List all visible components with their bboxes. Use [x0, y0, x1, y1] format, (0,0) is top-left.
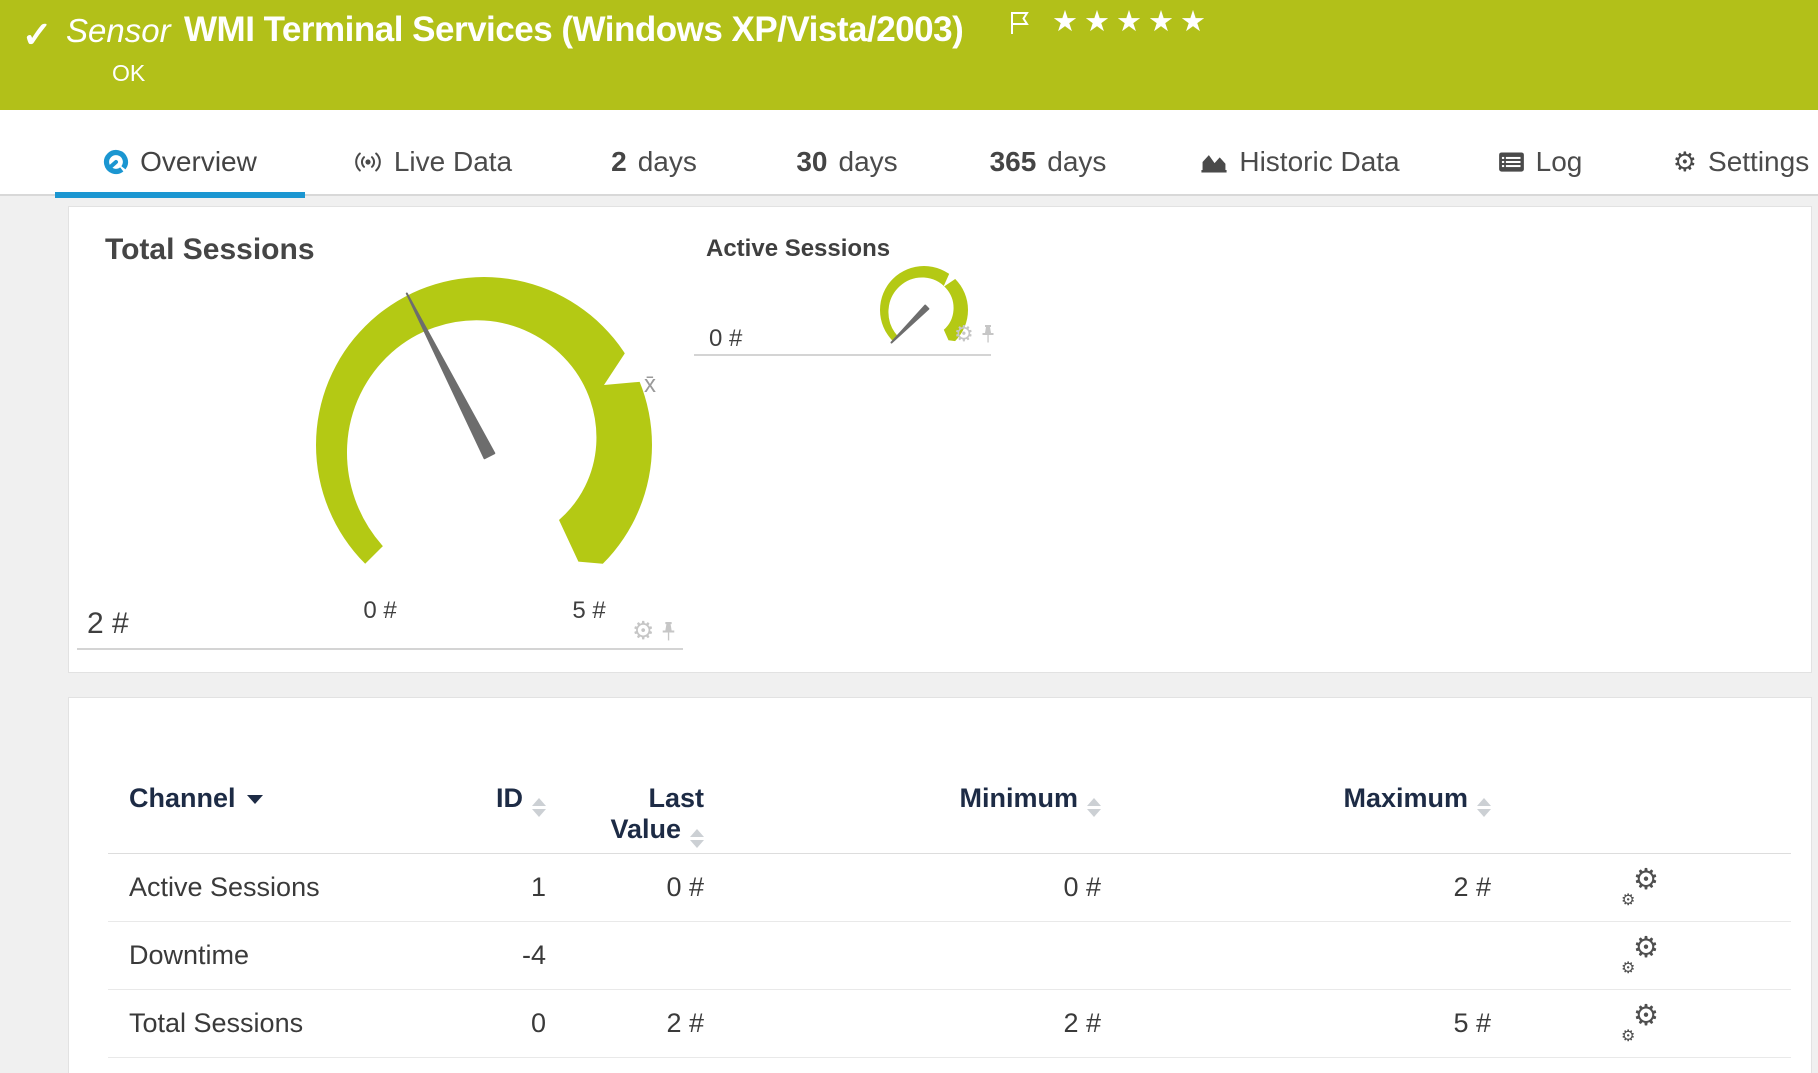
tab-day-number: 30 — [796, 146, 827, 178]
gauge-toolbar: ⚙ — [632, 619, 676, 644]
pin-icon[interactable] — [981, 324, 995, 344]
table-header-row: Channel ID Last Value Minimum Maximum — [108, 698, 1791, 854]
tab-live-data[interactable]: Live Data — [345, 110, 520, 196]
tab-label: Live Data — [394, 146, 512, 178]
gear-icon[interactable]: ⚙ — [954, 323, 974, 345]
channel-settings-gears-icon[interactable]: ⚙⚙ — [1623, 1006, 1659, 1042]
sensor-header: ✓ Sensor WMI Terminal Services (Windows … — [0, 0, 1818, 110]
area-chart-icon — [1200, 150, 1228, 174]
gear-icon[interactable]: ⚙ — [632, 619, 654, 644]
tab-label: days — [638, 146, 697, 178]
channel-id: 1 — [358, 872, 546, 903]
column-header-maximum[interactable]: Maximum — [1101, 698, 1491, 817]
tab-day-number: 365 — [990, 146, 1037, 178]
tab-bar: Overview Live Data 2 days 30 days 365 da… — [0, 110, 1818, 196]
table-row[interactable]: Active Sessions 1 0 # 0 # 2 # ⚙⚙ — [108, 854, 1791, 922]
tab-2-days[interactable]: 2 days — [598, 110, 710, 196]
priority-stars[interactable]: ★★★★★ — [1052, 4, 1212, 39]
tab-label: Overview — [140, 146, 257, 178]
table-row[interactable]: Downtime -4 ⚙⚙ — [108, 922, 1791, 990]
tab-day-number: 2 — [611, 146, 627, 178]
sort-icon — [532, 798, 546, 817]
pin-icon[interactable] — [661, 621, 676, 642]
channel-last-value: 0 # — [546, 872, 704, 903]
channel-minimum: 0 # — [704, 872, 1101, 903]
tab-30-days[interactable]: 30 days — [788, 110, 906, 196]
tab-label: Log — [1536, 146, 1583, 178]
tab-settings[interactable]: ⚙ Settings — [1670, 110, 1812, 196]
channel-settings-gears-icon[interactable]: ⚙⚙ — [1623, 870, 1659, 906]
column-header-minimum[interactable]: Minimum — [704, 698, 1101, 817]
gauge-divider — [694, 354, 991, 356]
table-row[interactable]: Total Sessions 0 2 # 2 # 5 # ⚙⚙ — [108, 990, 1791, 1058]
tab-label: days — [839, 146, 898, 178]
tab-label: days — [1047, 146, 1106, 178]
total-sessions-gauge — [304, 269, 664, 609]
sort-icon — [1477, 798, 1491, 817]
channel-maximum: 5 # — [1101, 1008, 1491, 1039]
column-header-last-value[interactable]: Last Value — [546, 698, 704, 848]
tab-label: Historic Data — [1239, 146, 1399, 178]
tab-365-days[interactable]: 365 days — [983, 110, 1113, 196]
chevron-down-icon — [247, 795, 263, 804]
channel-name[interactable]: Total Sessions — [108, 1008, 358, 1039]
sensor-status-text: OK — [112, 60, 145, 87]
total-sessions-gauge-title: Total Sessions — [105, 233, 315, 267]
active-sessions-current-value: 0 # — [709, 325, 742, 353]
column-header-id[interactable]: ID — [358, 698, 546, 817]
channel-name[interactable]: Downtime — [108, 940, 358, 971]
sensor-title: WMI Terminal Services (Windows XP/Vista/… — [184, 10, 963, 50]
channel-maximum: 2 # — [1101, 872, 1491, 903]
channel-id: 0 — [358, 1008, 546, 1039]
object-kind-label: Sensor — [66, 12, 171, 50]
broadcast-icon — [353, 150, 383, 174]
active-tab-underline — [55, 192, 305, 198]
status-ok-check-icon: ✓ — [22, 14, 52, 56]
log-icon — [1498, 151, 1525, 173]
flag-icon[interactable] — [1008, 10, 1032, 36]
channel-id: -4 — [358, 940, 546, 971]
active-sessions-gauge-title: Active Sessions — [706, 235, 890, 263]
channel-last-value: 2 # — [546, 1008, 704, 1039]
gauge-divider — [77, 648, 683, 650]
gauges-panel: Total Sessions x̄ 0 # 5 # 2 # ⚙ Active S… — [68, 206, 1812, 673]
gauge-toolbar: ⚙ — [954, 323, 995, 345]
channel-table: Channel ID Last Value Minimum Maximum Ac… — [108, 698, 1791, 1058]
channel-settings-gears-icon[interactable]: ⚙⚙ — [1623, 938, 1659, 974]
gear-icon: ⚙ — [1673, 149, 1697, 176]
gauge-scale-max: 5 # — [559, 597, 619, 625]
tab-overview[interactable]: Overview — [55, 110, 305, 196]
channel-minimum: 2 # — [704, 1008, 1101, 1039]
gauge-needle — [892, 306, 929, 343]
tab-historic-data[interactable]: Historic Data — [1194, 110, 1406, 196]
gauge-mean-marker: x̄ — [644, 371, 656, 399]
tab-label: Settings — [1708, 146, 1809, 178]
channel-name[interactable]: Active Sessions — [108, 872, 358, 903]
gauge-scale-min: 0 # — [350, 597, 410, 625]
sort-icon — [1087, 798, 1101, 817]
tab-log[interactable]: Log — [1488, 110, 1592, 196]
column-header-channel[interactable]: Channel — [108, 698, 358, 814]
channel-table-panel: Channel ID Last Value Minimum Maximum Ac… — [68, 697, 1812, 1073]
sort-icon — [690, 829, 704, 848]
gauge-icon — [103, 149, 129, 175]
total-sessions-current-value: 2 # — [87, 607, 129, 641]
